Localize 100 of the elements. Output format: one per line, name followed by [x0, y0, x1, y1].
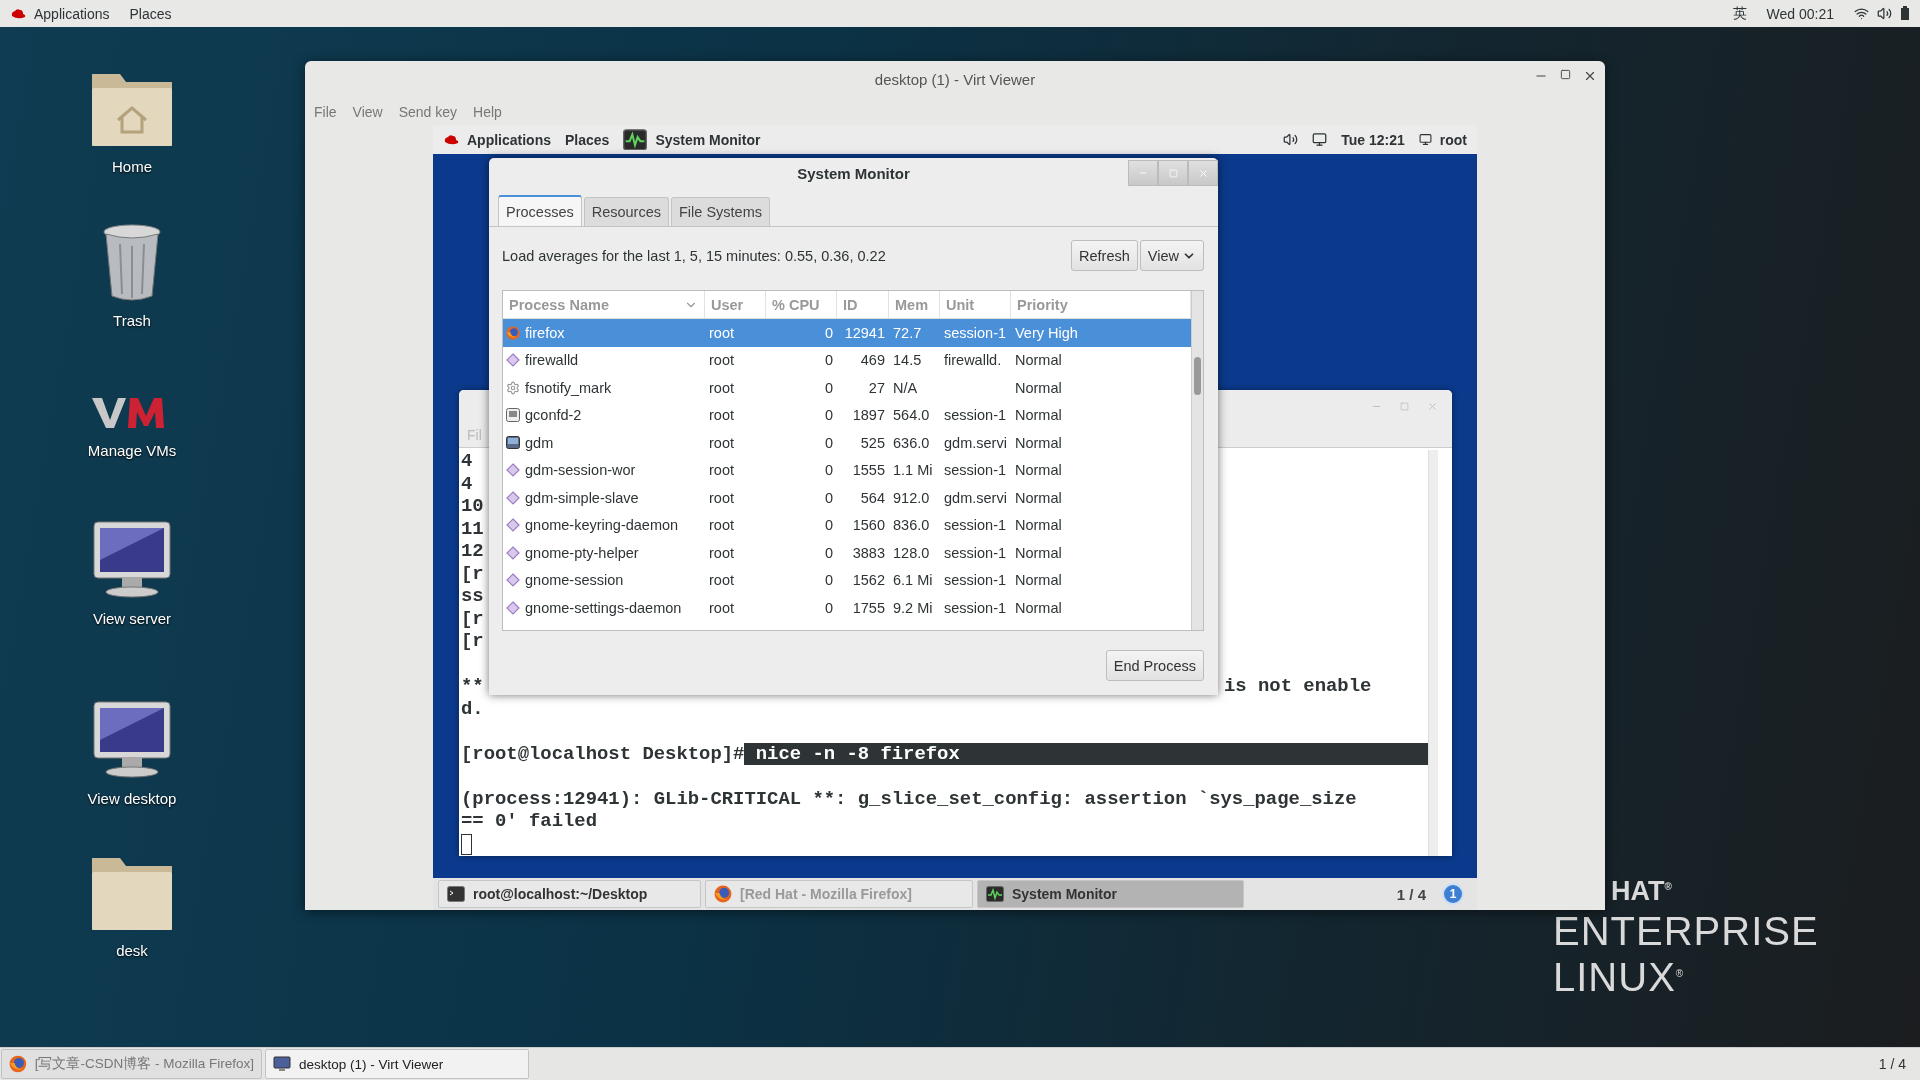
scrollbar[interactable]	[1428, 450, 1438, 856]
window-title: System Monitor	[797, 165, 910, 182]
process-name: gdm-simple-slave	[525, 489, 639, 506]
terminal-line: ss	[461, 585, 484, 608]
process-row[interactable]: gnome-settings-daemon root 0 1755 9.2 Mi session-1 Normal	[503, 594, 1191, 622]
taskbar-item[interactable]: System Monitor	[977, 880, 1244, 908]
table-cell-text: gdm.servi	[943, 434, 1008, 451]
scrollbar-thumb[interactable]	[1194, 357, 1201, 395]
redhat-icon	[10, 7, 26, 20]
applications-menu[interactable]: Applications	[34, 5, 110, 22]
gear-icon	[506, 380, 520, 395]
table-cell-text: session-1	[943, 324, 1008, 341]
tab[interactable]: Processes	[498, 195, 582, 226]
display-icon[interactable]	[1312, 132, 1328, 147]
maximize-button[interactable]	[1158, 160, 1188, 186]
load-averages: Load averages for the last 1, 5, 15 minutes: 0.55, 0.36, 0.22	[502, 247, 887, 264]
table-cell-text: Normal	[1014, 544, 1063, 561]
process-name: gnome-session	[525, 572, 624, 589]
process-name: gnome-settings-daemon	[525, 599, 682, 616]
system-monitor-icon	[623, 128, 648, 151]
table-cell-text: firewalld.	[943, 352, 1003, 369]
table-cell-text: 72.7	[892, 324, 923, 341]
maximize-icon[interactable]	[1560, 69, 1571, 80]
tab[interactable]: Resources	[583, 197, 669, 226]
desktop-icon-label[interactable]: View desktop	[87, 790, 177, 807]
process-name: firewalld	[525, 352, 579, 369]
diamond-icon	[506, 600, 520, 615]
brand-logo-text: HAT$^{®}$	[1610, 878, 1673, 905]
brand-logo-text: LINUX$^{®}$	[1553, 957, 1686, 997]
terminal-line: == 0' failed	[461, 810, 598, 833]
process-row[interactable]: gnome-pty-helper root 0 3883 128.0 session-1 Normal	[503, 539, 1191, 567]
screen-icon	[506, 435, 520, 450]
battery-icon[interactable]	[1900, 6, 1910, 21]
terminal-line: 4	[461, 450, 473, 473]
menu-item[interactable]: Send key	[398, 103, 458, 120]
places-menu[interactable]: Places	[129, 5, 172, 22]
table-cell-text: gdm.servi	[943, 489, 1008, 506]
terminal-line: 4	[461, 472, 473, 495]
diamond-icon	[506, 353, 520, 368]
table-cell-text: 27	[867, 379, 886, 396]
places-menu[interactable]: Places	[565, 131, 610, 148]
terminal-icon	[447, 886, 465, 902]
table-cell-text: 14.5	[892, 352, 923, 369]
close-button[interactable]	[1188, 160, 1218, 186]
table-cell-text: 0	[823, 489, 834, 506]
clock[interactable]: Tue 12:21	[1341, 131, 1405, 148]
firefox-icon	[506, 325, 520, 340]
volume-icon[interactable]	[1283, 132, 1299, 147]
process-row[interactable]: gnome-session root 0 1562 6.1 Mi session-1 Normal	[503, 566, 1191, 594]
process-row[interactable]: gconfd-2 root 0 1897 564.0 session-1 Normal	[503, 401, 1191, 429]
taskbar-item[interactable]: [写文章-CSDN博客 - Mozilla Firefox]	[1, 1049, 262, 1079]
redhat-icon	[443, 133, 459, 146]
user-menu[interactable]: root	[1439, 131, 1467, 148]
table-cell-text: Normal	[1014, 517, 1063, 534]
table-cell-text: 912.0	[892, 489, 931, 506]
window-title: desktop (1) - Virt Viewer	[874, 71, 1036, 88]
end-process-button[interactable]: End Process	[1105, 650, 1204, 681]
close-icon	[1197, 167, 1209, 179]
table-cell-text: Normal	[1014, 462, 1063, 479]
terminal-line: is not enable	[1224, 675, 1372, 698]
process-name: firefox	[525, 324, 565, 341]
window-menu[interactable]: System Monitor	[655, 131, 761, 148]
table-cell-text: 0	[823, 544, 834, 561]
clock[interactable]: Wed 00:21	[1766, 5, 1834, 22]
menu-item[interactable]: Help	[473, 103, 502, 120]
tab[interactable]: File Systems	[671, 197, 770, 226]
terminal-line: d.	[461, 697, 484, 720]
minimize-button[interactable]	[1128, 160, 1158, 186]
process-row[interactable]: gdm-simple-slave root 0 564 912.0 gdm.servi Normal	[503, 484, 1191, 512]
applications-menu[interactable]: Applications	[467, 131, 551, 148]
process-row[interactable]: gnome-keyring-daemon root 0 1560 836.0 session-1 Normal	[503, 511, 1191, 539]
taskbar-item[interactable]: root@localhost:~/Desktop	[438, 880, 701, 908]
table-cell-text: 525	[859, 434, 886, 451]
desktop-icon-label[interactable]: Home	[112, 158, 152, 175]
table-cell-text: 3883	[851, 544, 886, 561]
desktop-icon-label[interactable]: Trash	[113, 312, 151, 329]
process-name: gdm	[525, 434, 554, 451]
volume-icon[interactable]	[1877, 6, 1892, 21]
desktop-icon-label[interactable]: View server	[92, 610, 172, 627]
diamond-icon	[506, 518, 520, 533]
table-cell-text: 1.1 Mi	[892, 462, 934, 479]
close-icon[interactable]	[1583, 69, 1597, 83]
process-row[interactable]: firewalld root 0 469 14.5 firewalld. Normal	[503, 346, 1191, 374]
desktop-icon-label[interactable]: Manage VMs	[87, 442, 177, 459]
input-method-indicator[interactable]: 英	[1732, 4, 1747, 23]
process-row[interactable]: gdm-session-wor root 0 1555 1.1 Mi session-1 Normal	[503, 456, 1191, 484]
process-name: fsnotify_mark	[525, 379, 612, 396]
taskbar-item[interactable]: desktop (1) - Virt Viewer	[265, 1049, 529, 1079]
refresh-button[interactable]: Refresh	[1071, 240, 1138, 271]
menu-item[interactable]: File	[314, 103, 337, 120]
table-cell-text: Normal	[1014, 434, 1063, 451]
menu-item[interactable]: View	[352, 103, 383, 120]
desktop-icon-label[interactable]: desk	[116, 942, 148, 959]
wifi-icon[interactable]	[1854, 6, 1869, 21]
notification-badge[interactable]: 1	[1442, 883, 1464, 905]
workspace-indicator[interactable]: 1 / 4	[1878, 1056, 1906, 1072]
view-button[interactable]: View	[1139, 240, 1204, 271]
process-row[interactable]: fsnotify_mark root 0 27 N/A Normal	[503, 374, 1191, 402]
process-row[interactable]: gdm root 0 525 636.0 gdm.servi Normal	[503, 429, 1191, 457]
workspace-indicator[interactable]: 1 / 4	[1396, 885, 1426, 903]
